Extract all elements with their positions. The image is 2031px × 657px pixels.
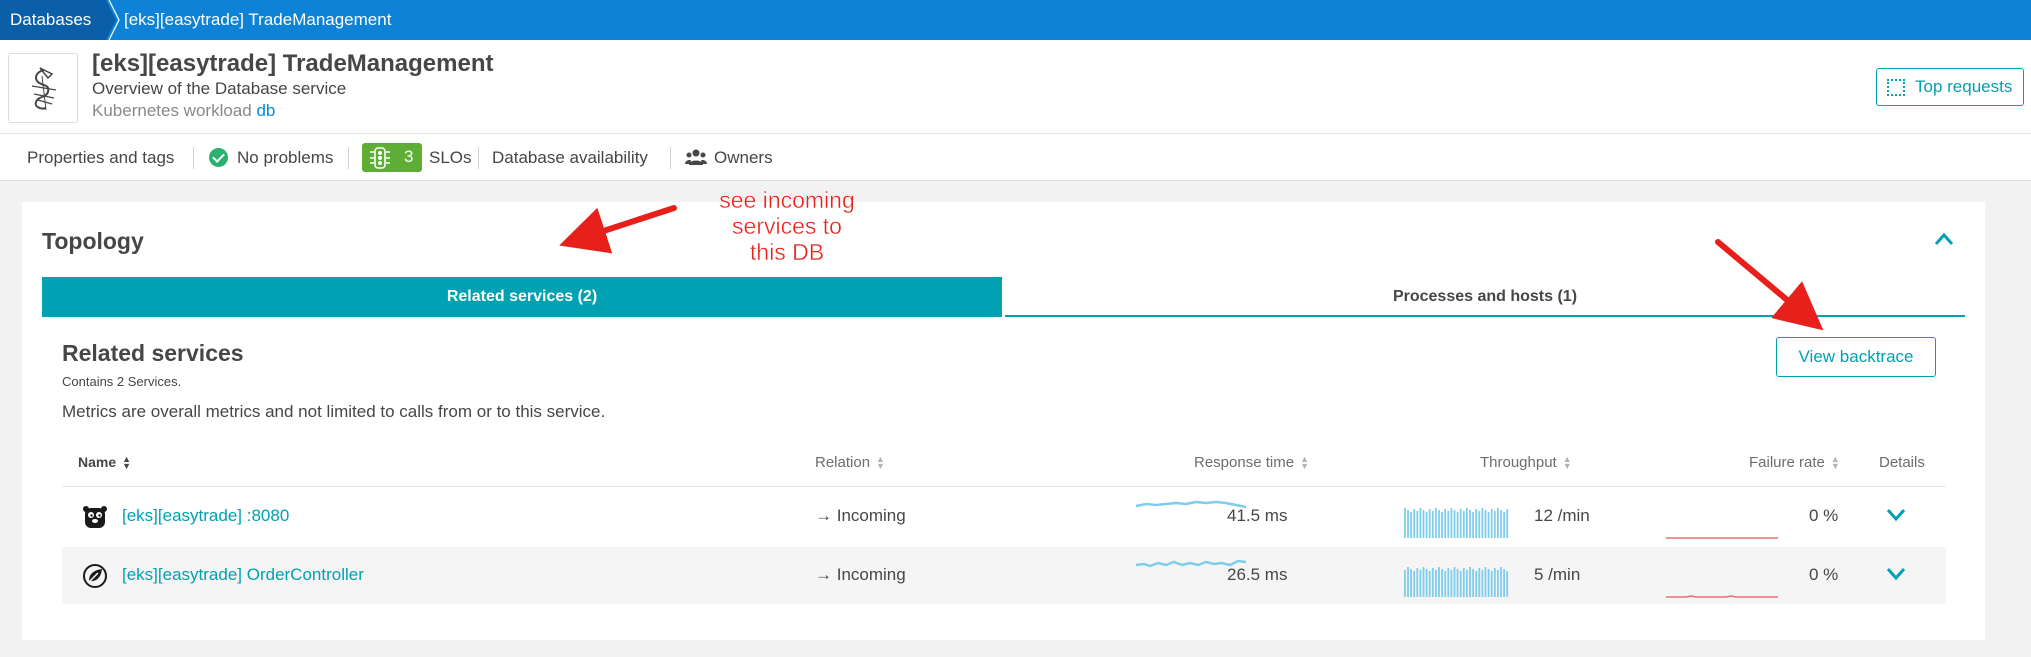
annotation-arrow-topology [559,205,677,254]
annotation-arrows [559,205,1824,331]
annotation-arrow-backtrace [1715,239,1824,331]
